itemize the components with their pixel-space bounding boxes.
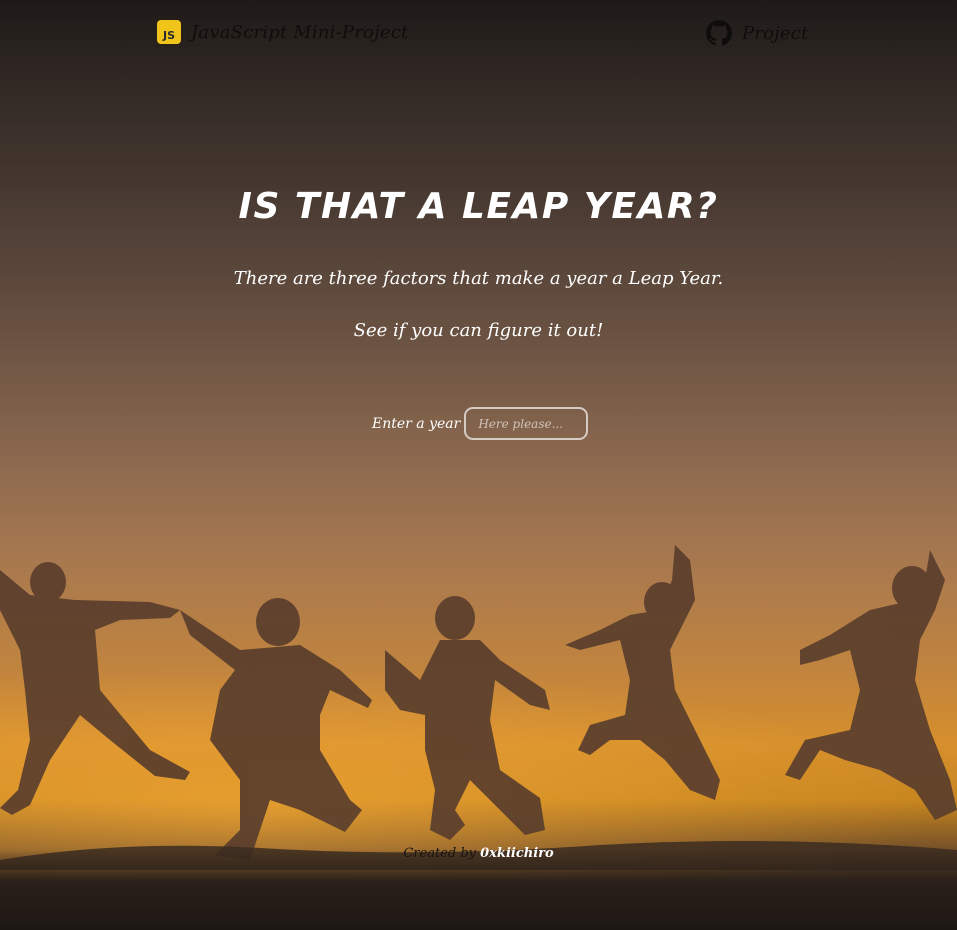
footer-prefix: Created by (403, 846, 476, 861)
year-input[interactable] (464, 407, 589, 440)
page-title: IS THAT A LEAP YEAR? (238, 186, 719, 227)
footer-credit: Created by 0xkiichiro (0, 846, 957, 861)
year-input-label: Enter a year (372, 415, 461, 432)
author-link[interactable]: 0xkiichiro (480, 846, 554, 861)
top-navbar: JS JavaScript Mini-Project Project (0, 0, 957, 66)
jumping-people-silhouettes (0, 545, 957, 860)
year-form: Enter a year (372, 407, 589, 440)
github-icon (706, 20, 732, 46)
subtitle-line-2: See if you can figure it out! (353, 320, 604, 341)
project-link[interactable]: Project (706, 20, 809, 46)
ground (0, 850, 957, 930)
subtitle-line-1: There are three factors that make a year… (233, 268, 724, 289)
brand[interactable]: JS JavaScript Mini-Project (157, 20, 408, 44)
page-background: JS JavaScript Mini-Project Project IS TH… (0, 0, 957, 930)
javascript-logo-icon: JS (157, 20, 181, 44)
brand-title: JavaScript Mini-Project (191, 21, 409, 43)
project-link-label: Project (742, 22, 809, 44)
